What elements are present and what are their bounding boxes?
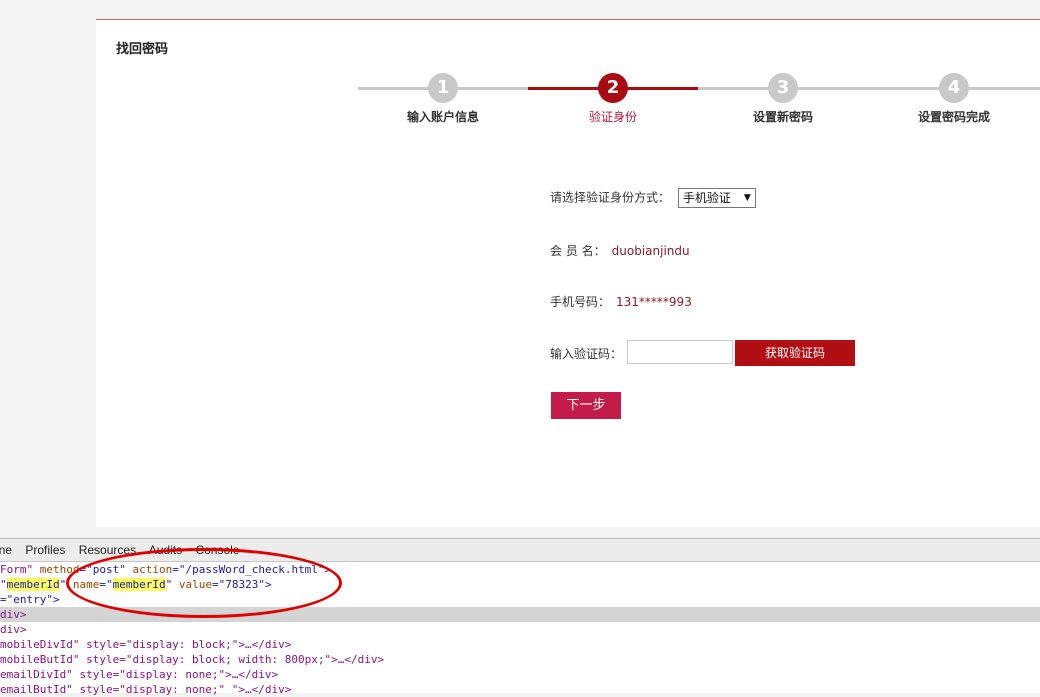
dom-text: mobileButId" style="display: block; widt…	[0, 653, 385, 666]
tab-profiles[interactable]: Profiles	[25, 543, 65, 557]
member-value: duobianjindu	[611, 244, 690, 258]
password-recovery-card: 找回密码 1 输入账户信息 2 验证身份 3 设置新密码 4 设置密码完成 请选…	[96, 19, 1040, 527]
chevron-down-icon: ▼	[743, 193, 751, 203]
code-label: 输入验证码：	[550, 347, 623, 361]
dom-line[interactable]: div>	[0, 622, 1040, 637]
step-label: 设置新密码	[752, 110, 813, 124]
dom-line[interactable]: mobileDivId" style="display: block;">…</…	[0, 637, 1040, 652]
verify-method-select[interactable]: 手机验证 ▼	[677, 188, 756, 208]
dom-text: emailDivId" style="display: none;">…</di…	[0, 668, 279, 681]
member-label: 会 员 名：	[550, 244, 606, 258]
step-label: 输入账户信息	[406, 110, 479, 124]
dom-text: Form"	[0, 563, 40, 576]
code-row: 输入验证码：	[550, 345, 622, 362]
dom-text: div>	[0, 608, 27, 621]
verify-method-value: 手机验证	[682, 191, 731, 205]
dom-line[interactable]: emailButId" style="display: none;" ">…</…	[0, 682, 1040, 697]
phone-label: 手机号码：	[550, 295, 611, 309]
step-2: 2 验证身份	[528, 72, 698, 132]
annotation-circle	[66, 548, 342, 618]
step-number: 2	[598, 73, 628, 103]
phone-row: 手机号码： 131*****993	[550, 293, 692, 310]
step-3: 3 设置新密码	[698, 72, 868, 132]
dom-text: emailButId" style="display: none;" ">…</…	[0, 683, 292, 696]
step-label: 验证身份	[588, 110, 637, 124]
verification-code-input[interactable]	[627, 340, 733, 364]
dom-text: div>	[0, 623, 27, 636]
dom-text: "	[0, 578, 7, 591]
search-highlight: memberId	[6, 578, 60, 591]
step-4: 4 设置密码完成	[868, 72, 1040, 132]
dom-line[interactable]: emailDivId" style="display: none;">…</di…	[0, 667, 1040, 682]
get-code-button[interactable]: 获取验证码	[735, 340, 855, 366]
member-row: 会 员 名： duobianjindu	[550, 242, 690, 259]
step-1: 1 输入账户信息	[358, 72, 528, 132]
dom-line[interactable]: mobileButId" style="display: block; widt…	[0, 652, 1040, 667]
page-title: 找回密码	[116, 42, 169, 57]
step-number: 1	[428, 73, 458, 103]
dom-text: ="entry">	[0, 593, 60, 606]
progress-steps: 1 输入账户信息 2 验证身份 3 设置新密码 4 设置密码完成	[358, 72, 1040, 132]
verify-method-label: 请选择验证身份方式：	[550, 190, 671, 205]
phone-value: 131*****993	[616, 295, 692, 309]
next-button[interactable]: 下一步	[551, 392, 621, 419]
verify-method-row: 请选择验证身份方式： 手机验证 ▼	[550, 188, 756, 208]
step-label: 设置密码完成	[917, 110, 990, 124]
tab-timeline[interactable]: ine	[0, 543, 12, 557]
step-number: 4	[939, 73, 969, 103]
step-number: 3	[768, 73, 798, 103]
dom-text: mobileDivId" style="display: block;">…</…	[0, 638, 292, 651]
